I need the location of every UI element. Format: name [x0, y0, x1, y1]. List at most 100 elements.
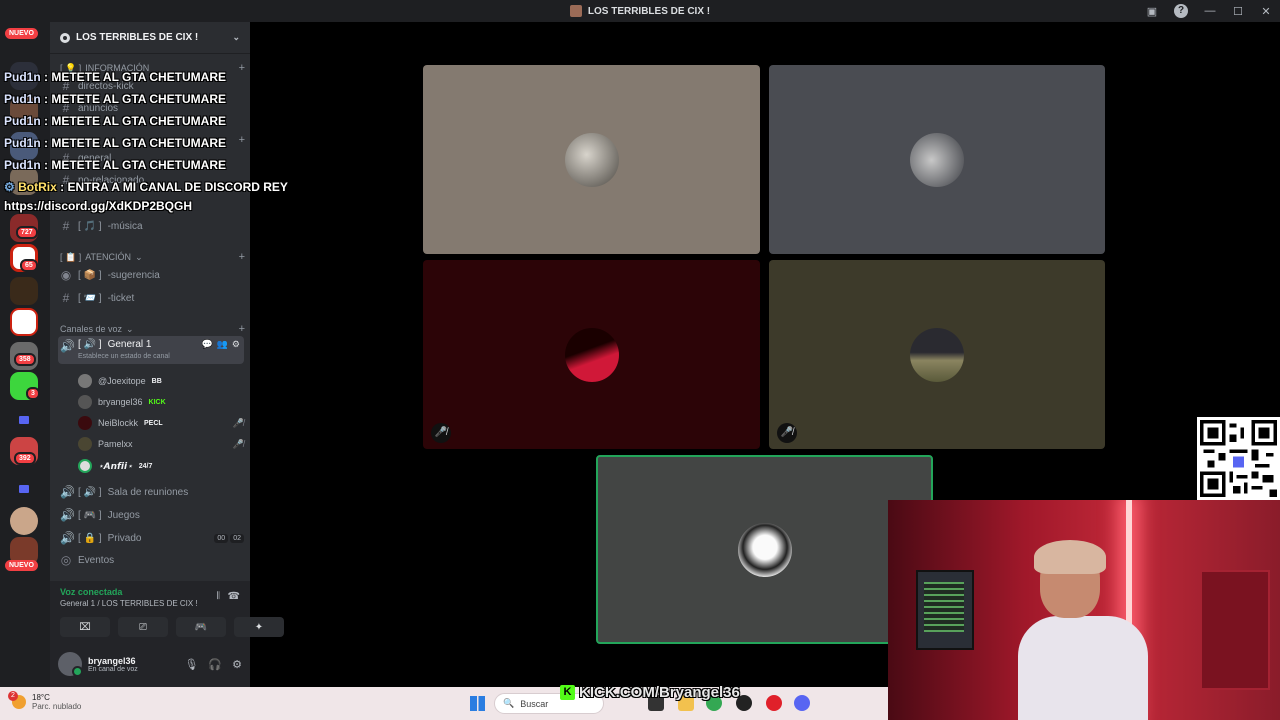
gamepad-icon: [ 🎮 ] — [78, 509, 102, 521]
video-tile[interactable] — [423, 65, 760, 254]
voice-user[interactable]: @Joexitope BB — [78, 372, 244, 390]
lock-icon: [ 🔒 ] — [78, 532, 102, 544]
help-icon[interactable]: ? — [1174, 4, 1188, 18]
voice-user[interactable]: NeiBlockk PECL 🎤̸ — [78, 414, 244, 432]
voice-user-name: NeiBlockk — [98, 418, 139, 428]
voice-channel-sala[interactable]: 🔊 [ 🔊 ] Sala de reuniones — [58, 482, 244, 502]
streamer-body — [1018, 616, 1148, 720]
title-bar: LOS TERRIBLES DE CIX ! ▣ ? — ☐ ✕ — [0, 0, 1280, 22]
server-icon[interactable] — [10, 507, 38, 535]
qr-code — [1197, 417, 1280, 500]
events-link[interactable]: ◎ Eventos — [58, 550, 244, 570]
video-tile[interactable]: 🎤̸ — [423, 260, 760, 449]
opera-icon[interactable] — [766, 695, 782, 711]
activity-button[interactable]: 🎮 — [176, 617, 226, 637]
voice-channel-juegos[interactable]: 🔊 [ 🎮 ] Juegos — [58, 505, 244, 525]
participant-avatar — [910, 327, 964, 382]
add-channel-icon[interactable]: + — [239, 323, 245, 335]
window-controls: ▣ ? — ☐ ✕ — [1138, 0, 1280, 22]
video-tile[interactable] — [769, 65, 1105, 254]
voice-user[interactable]: Pamelxx 🎤̸ — [78, 435, 244, 453]
box-icon: [ 📦 ] — [78, 269, 102, 281]
search-icon: 🔍 — [503, 698, 515, 708]
user-status: En canal de voz — [88, 665, 138, 673]
channel-musica[interactable]: # [ 🎵 ] -música — [58, 216, 244, 236]
voice-buttons: ⌧ ⎚ 🎮 ✦ — [60, 617, 284, 637]
camera-off-button[interactable]: ⌧ — [60, 617, 110, 637]
close-button[interactable]: ✕ — [1252, 5, 1280, 18]
voice-user-name: bryangel36 — [98, 397, 143, 407]
add-channel-icon[interactable]: + — [239, 251, 245, 263]
window-title: LOS TERRIBLES DE CIX ! — [569, 5, 711, 17]
guild-gear-icon — [60, 32, 70, 43]
windows-start-icon[interactable] — [470, 696, 485, 711]
window-title-text: LOS TERRIBLES DE CIX ! — [587, 5, 711, 17]
streamer-hair — [1034, 540, 1106, 574]
soundboard-button[interactable]: ✦ — [234, 617, 284, 637]
discord-icon[interactable] — [794, 695, 810, 711]
folder-icon[interactable] — [19, 416, 29, 424]
inbox-icon[interactable]: ▣ — [1138, 5, 1166, 18]
user-count: 00 — [214, 533, 229, 543]
muted-icon: 🎤̸ — [777, 423, 797, 443]
disconnect-icon[interactable]: ☎ — [228, 591, 240, 602]
guild-name: LOS TERRIBLES DE CIX ! — [76, 32, 199, 43]
chat-user: Pud1n — [4, 158, 41, 172]
channel-label: Sala de reuniones — [107, 486, 189, 498]
kick-watermark: K KICK.COM/Bryangel36 — [560, 684, 740, 701]
unread-badge: 3 — [26, 387, 40, 400]
participant-avatar — [564, 327, 619, 382]
minimize-button[interactable]: — — [1196, 5, 1224, 17]
weather-widget[interactable]: 2 18°C Parc. nublado — [8, 691, 81, 711]
channel-ticket[interactable]: # [ 📨 ] -ticket — [58, 288, 244, 308]
channel-actions: 💬 👥 ⚙ — [201, 339, 244, 350]
chat-line: Pud1n : METETE AL GTA CHETUMARE — [4, 158, 226, 172]
voice-user[interactable]: ⋆𝘼𝙣𝙛𝙞𝙞⋆ 24/7 — [78, 457, 244, 475]
gear-icon[interactable]: ⚙ — [232, 339, 240, 350]
channel-status[interactable]: Establece un estado de canal — [78, 353, 170, 360]
voice-connected-channel[interactable]: General 1 / LOS TERRIBLES DE CIX ! — [60, 599, 240, 608]
chat-user: Pud1n — [4, 92, 41, 106]
user-tag: 24/7 — [138, 462, 153, 470]
hash-icon: # — [62, 219, 70, 233]
video-tile[interactable]: 🎤̸ — [769, 260, 1105, 449]
signal-icon[interactable]: 𝄃 — [217, 591, 219, 602]
screen: LOS TERRIBLES DE CIX ! ▣ ? — ☐ ✕ NUEVO 7… — [0, 0, 1280, 720]
forum-icon: ◉ — [60, 268, 72, 282]
avatar[interactable] — [58, 652, 83, 677]
user-panel: bryangel36 En canal de voz 🎙 🎧 ⚙ — [50, 641, 250, 687]
guild-header[interactable]: LOS TERRIBLES DE CIX ! ⌄ — [50, 22, 250, 54]
category-voice[interactable]: Canales de voz ⌄ + — [60, 323, 245, 335]
channel-sugerencia[interactable]: ◉ [ 📦 ] -sugerencia — [58, 265, 244, 285]
channel-label: Privado — [107, 532, 142, 544]
add-channel-icon[interactable]: + — [239, 62, 245, 74]
voice-channel-privado[interactable]: 🔊 [ 🔒 ] Privado 00 02 — [58, 528, 244, 548]
microphone-icon[interactable]: 🎙 — [184, 658, 198, 671]
maximize-button[interactable]: ☐ — [1224, 5, 1252, 18]
speaker-icon: 🔊 — [60, 508, 75, 522]
user-tag: BB — [151, 377, 162, 385]
user-info[interactable]: bryangel36 En canal de voz — [88, 656, 138, 673]
participant-avatar — [737, 522, 792, 577]
add-channel-icon[interactable]: + — [239, 134, 245, 146]
gear-icon[interactable]: ⚙ — [232, 658, 242, 671]
voice-channel-general-1[interactable]: 🔊 [ 🔊 ] General 1 Establece un estado de… — [58, 336, 244, 364]
voice-user[interactable]: bryangel36 KICK — [78, 393, 244, 411]
category-attention[interactable]: [ 📋 ] ATENCIÓN ⌄ + — [60, 251, 245, 263]
server-icon[interactable] — [10, 308, 38, 336]
add-member-icon[interactable]: 👥 — [217, 339, 228, 350]
clipboard-icon: [ 📋 ] — [60, 251, 82, 262]
screen-share-button[interactable]: ⎚ — [118, 617, 168, 637]
folder-icon[interactable] — [19, 485, 29, 493]
shelf-shape — [1200, 570, 1270, 690]
chat-message: : METETE AL GTA CHETUMARE — [44, 92, 227, 106]
server-icon[interactable] — [10, 277, 38, 305]
unread-badge: 392 — [14, 452, 36, 465]
muted-icon: 🎤̸ — [232, 438, 244, 449]
user-tag: PECL — [144, 419, 163, 427]
video-tile-speaking[interactable] — [596, 455, 933, 644]
chat-icon[interactable]: 💬 — [201, 339, 212, 350]
avatar — [78, 437, 92, 451]
user-limit: 00 02 — [214, 533, 244, 543]
headphones-icon[interactable]: 🎧 — [208, 658, 222, 671]
